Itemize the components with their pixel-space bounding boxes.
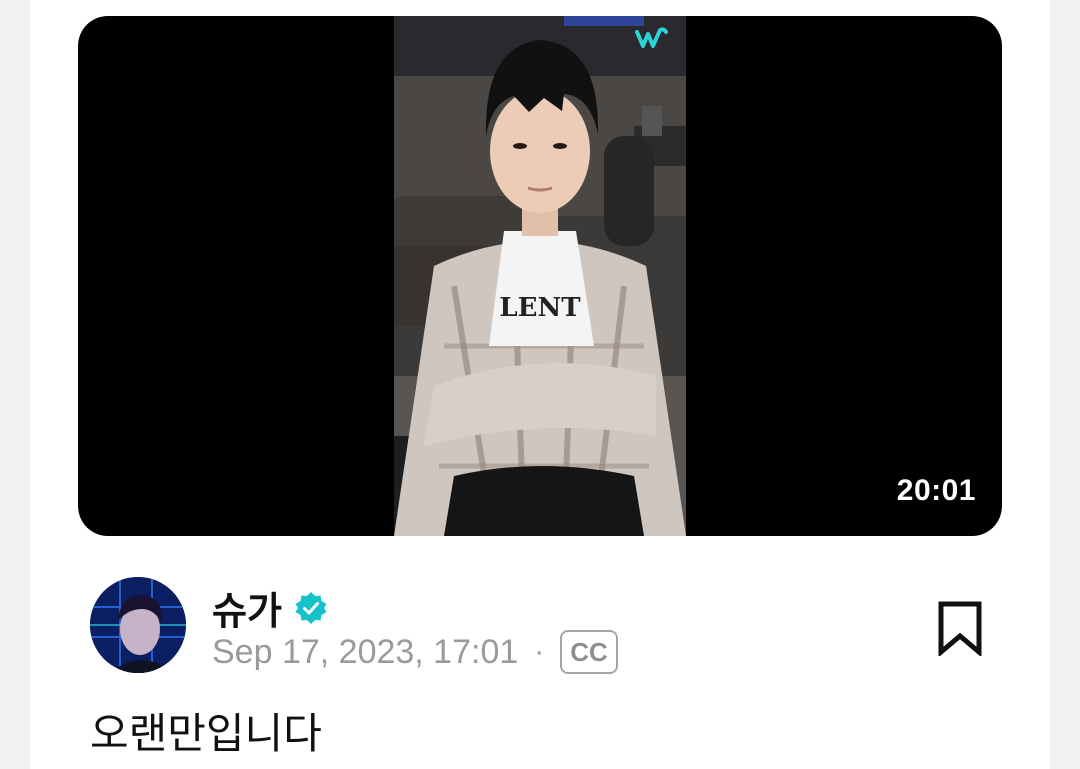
author-row: 슈가 [212,580,328,635]
bookmark-icon[interactable] [934,600,986,656]
video-player[interactable]: LENT 20:01 [78,16,1002,536]
author-name[interactable]: 슈가 [212,580,282,635]
post-card: LENT 20:01 슈가 Sep 17, 2023, 17:01 · CC 오… [30,0,1050,769]
verified-badge-icon [295,591,327,624]
meta-separator: · [534,635,545,668]
post-meta: Sep 17, 2023, 17:01 · CC [212,630,618,674]
video-thumbnail: LENT [394,16,686,536]
cc-button[interactable]: CC [560,630,618,674]
post-caption: 오랜만입니다 [90,710,322,757]
author-avatar[interactable] [90,577,186,673]
weverse-logo-icon [635,27,668,48]
video-duration: 20:01 [896,474,976,507]
svg-text:LENT: LENT [499,293,581,323]
post-date: Sep 17, 2023, 17:01 [212,632,519,671]
